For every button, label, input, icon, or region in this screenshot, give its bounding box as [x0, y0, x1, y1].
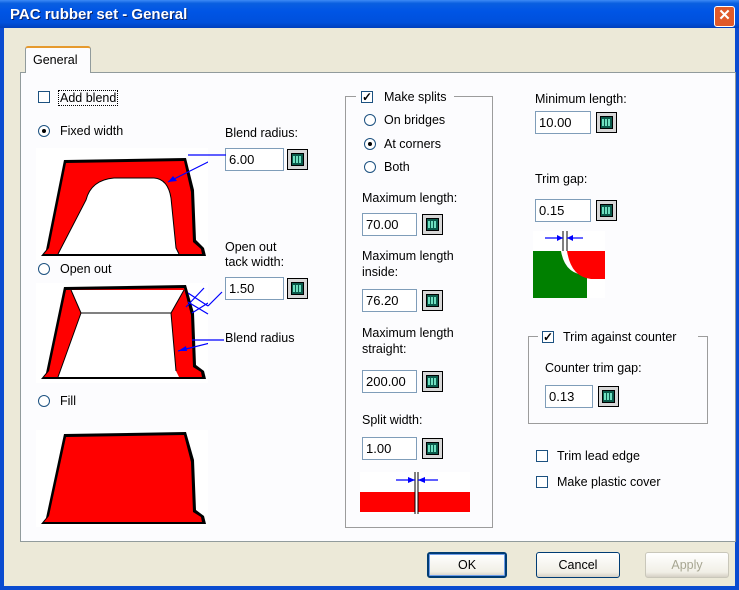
blend-radius-input[interactable]: 6.00	[225, 148, 284, 171]
counter-trim-gap-label: Counter trim gap:	[545, 361, 642, 375]
trim-gap-diagram	[533, 231, 605, 298]
cancel-button[interactable]: Cancel	[536, 552, 620, 578]
max-length-straight-calculator-icon[interactable]	[422, 371, 443, 392]
blend-radius-annotation: Blend radius	[225, 331, 295, 345]
split-width-diagram	[360, 472, 470, 514]
add-blend-label: Add blend	[58, 90, 119, 106]
max-length-inside-input[interactable]: 76.20	[362, 289, 417, 312]
open-out-tack-width-input[interactable]: 1.50	[225, 277, 284, 300]
trim-gap-label: Trim gap:	[535, 172, 588, 186]
max-length-calculator-icon[interactable]	[422, 214, 443, 235]
counter-trim-gap-calculator-icon[interactable]	[598, 386, 619, 407]
trim-lead-edge-label: Trim lead edge	[557, 449, 640, 463]
trim-against-counter-checkbox[interactable]: ✓	[542, 331, 554, 343]
window-title: PAC rubber set - General	[10, 6, 188, 23]
fill-radio[interactable]	[38, 395, 50, 407]
on-bridges-radio[interactable]	[364, 114, 376, 126]
max-length-straight-input[interactable]: 200.00	[362, 370, 417, 393]
tack-width-arrows	[188, 291, 224, 341]
fixed-width-diagram	[36, 148, 208, 260]
split-width-label: Split width:	[362, 413, 423, 427]
apply-button[interactable]: Apply	[645, 552, 729, 578]
window-frame-left	[0, 28, 4, 590]
ok-button[interactable]: OK	[427, 552, 507, 578]
make-plastic-cover-checkbox[interactable]	[536, 476, 548, 488]
max-length-straight-label-line2: straight:	[362, 342, 407, 356]
title-bar: PAC rubber set - General	[0, 0, 739, 28]
at-corners-label: At corners	[384, 137, 441, 151]
both-label: Both	[384, 160, 410, 174]
max-length-inside-calculator-icon[interactable]	[422, 290, 443, 311]
max-length-label: Maximum length:	[362, 191, 458, 205]
open-out-label: Open out	[60, 262, 112, 276]
min-length-label: Minimum length:	[535, 92, 627, 106]
open-out-tack-width-label-line2: tack width:	[225, 255, 285, 269]
min-length-input[interactable]: 10.00	[535, 111, 591, 134]
max-length-inside-label-line2: inside:	[362, 265, 399, 279]
fill-diagram	[36, 430, 208, 527]
close-button[interactable]: ✕	[714, 6, 735, 27]
trim-against-counter-group	[528, 336, 708, 424]
at-corners-radio[interactable]	[364, 138, 376, 150]
fixed-width-label: Fixed width	[60, 124, 124, 138]
window-frame-bottom	[0, 586, 739, 590]
add-blend-checkbox[interactable]	[38, 91, 50, 103]
open-out-tack-width-label-line1: Open out	[225, 240, 277, 254]
trim-lead-edge-checkbox[interactable]	[536, 450, 548, 462]
make-splits-checkbox[interactable]: ✓	[361, 91, 373, 103]
blend-radius-calculator-icon[interactable]	[287, 149, 308, 170]
trim-gap-calculator-icon[interactable]	[596, 200, 617, 221]
open-out-radio[interactable]	[38, 263, 50, 275]
split-width-input[interactable]: 1.00	[362, 437, 417, 460]
make-splits-label: Make splits	[384, 90, 447, 104]
on-bridges-label: On bridges	[384, 113, 446, 127]
open-out-tack-width-calculator-icon[interactable]	[287, 278, 308, 299]
make-plastic-cover-label: Make plastic cover	[557, 475, 661, 489]
min-length-calculator-icon[interactable]	[596, 112, 617, 133]
blend-radius-label: Blend radius:	[225, 126, 298, 140]
max-length-straight-label-line1: Maximum length	[362, 326, 454, 340]
fill-label: Fill	[60, 394, 76, 408]
max-length-input[interactable]: 70.00	[362, 213, 417, 236]
max-length-inside-label-line1: Maximum length	[362, 249, 454, 263]
trim-against-counter-label: Trim against counter	[563, 330, 677, 344]
counter-trim-gap-input[interactable]: 0.13	[545, 385, 593, 408]
blend-radius-leader-line	[188, 154, 226, 156]
both-radio[interactable]	[364, 161, 376, 173]
trim-gap-input[interactable]: 0.15	[535, 199, 591, 222]
tab-general[interactable]: General	[25, 46, 91, 73]
split-width-calculator-icon[interactable]	[422, 438, 443, 459]
fixed-width-radio[interactable]	[38, 125, 50, 137]
open-out-diagram	[36, 283, 208, 383]
